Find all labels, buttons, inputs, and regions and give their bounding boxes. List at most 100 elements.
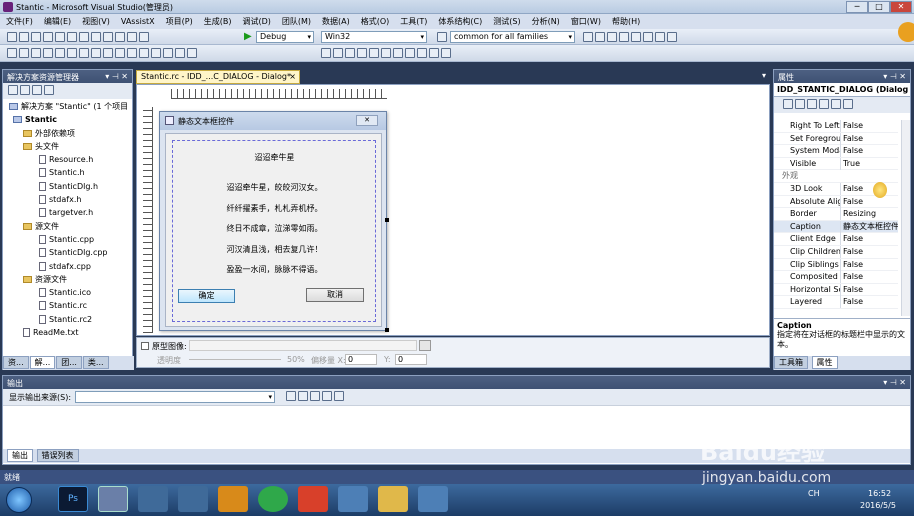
alphabetical-icon[interactable]	[795, 99, 805, 109]
properties-object-select[interactable]: IDD_STANTIC_DIALOG (Dialog	[774, 83, 910, 97]
va-back-icon[interactable]	[345, 48, 355, 58]
poem-line[interactable]: 迢迢牵牛星，皎皎河汉女。	[166, 182, 383, 193]
property-row[interactable]: Layered False	[774, 296, 898, 309]
menu-item[interactable]: 文件(F)	[0, 14, 38, 27]
menu-item[interactable]: 团队(M)	[276, 14, 316, 27]
tab-properties[interactable]: 属性	[811, 356, 838, 369]
start-button[interactable]	[6, 487, 32, 513]
copy-icon[interactable]	[79, 32, 89, 42]
poem-line[interactable]: 盈盈一水间，脉脉不得语。	[166, 264, 383, 275]
browse-button[interactable]	[419, 340, 431, 351]
property-row[interactable]: Caption 静态文本框控件	[774, 220, 898, 234]
property-pages-icon[interactable]	[843, 99, 853, 109]
start-debug-icon[interactable]: ▶	[244, 31, 252, 42]
tree-item[interactable]: 外部依赖项	[9, 127, 132, 140]
resize-handle-right[interactable]	[385, 218, 389, 222]
menu-item[interactable]: 帮助(H)	[606, 14, 645, 27]
menu-item[interactable]: VAssistX	[115, 15, 160, 26]
minimize-button[interactable]: ─	[846, 1, 868, 13]
navigate-back-icon[interactable]	[127, 32, 137, 42]
menu-item[interactable]: 测试(S)	[487, 14, 525, 27]
center-vertical-icon[interactable]	[67, 48, 77, 58]
toggle-grid-icon[interactable]	[151, 48, 161, 58]
prev-message-icon[interactable]	[298, 391, 308, 401]
tab-toolbox[interactable]: 工具箱	[774, 356, 808, 369]
refresh-icon[interactable]	[32, 85, 42, 95]
word-wrap-icon[interactable]	[334, 391, 344, 401]
tree-item[interactable]: stdafx.cpp	[9, 260, 132, 273]
overrides-icon[interactable]	[831, 99, 841, 109]
maximize-button[interactable]: □	[868, 1, 890, 13]
tab-error-list[interactable]: 错误列表	[36, 449, 79, 462]
same-width-icon[interactable]	[115, 48, 125, 58]
align-bottom-icon[interactable]	[55, 48, 65, 58]
menu-item[interactable]: 项目(P)	[160, 14, 198, 27]
dialog-close-icon[interactable]: ✕	[356, 115, 378, 126]
property-row[interactable]: Clip Siblings False	[774, 258, 898, 272]
align-left-icon[interactable]	[19, 48, 29, 58]
categorized-icon[interactable]	[783, 99, 793, 109]
ok-button[interactable]: 确定	[178, 289, 235, 303]
poem-heading[interactable]: 迢迢牵牛星	[166, 152, 383, 163]
va-comment-icon[interactable]	[393, 48, 403, 58]
fu-task[interactable]	[298, 486, 328, 512]
va-spell-icon[interactable]	[429, 48, 439, 58]
menu-item[interactable]: 窗口(W)	[565, 14, 606, 27]
va-header-icon[interactable]	[381, 48, 391, 58]
paint-task[interactable]	[338, 486, 368, 512]
properties-view-icon[interactable]	[807, 99, 817, 109]
property-row[interactable]: System ModalFalse	[774, 145, 898, 158]
pin-icon[interactable]: ▾ ⊣ ✕	[105, 72, 128, 81]
solution-tab[interactable]: 资...	[3, 356, 29, 369]
save-icon[interactable]	[43, 32, 53, 42]
open-icon[interactable]	[31, 32, 41, 42]
app-task[interactable]	[218, 486, 248, 512]
toolbox-icon[interactable]	[631, 32, 641, 42]
tree-item[interactable]: targetver.h	[9, 206, 132, 219]
same-height-icon[interactable]	[127, 48, 137, 58]
network-task[interactable]	[418, 486, 448, 512]
property-row[interactable]: Client Edge False	[774, 233, 898, 246]
menu-item[interactable]: 工具(T)	[394, 14, 432, 27]
transparency-slider[interactable]	[189, 359, 281, 360]
properties-icon[interactable]	[8, 85, 18, 95]
navigate-forward-icon[interactable]	[139, 32, 149, 42]
tree-item[interactable]: Stantic.rc2	[9, 313, 132, 326]
dialog-preview[interactable]: 静态文本框控件 ✕ 迢迢牵牛星 迢迢牵牛星，皎皎河汉女。 纤纤擢素手，札札弄机杼。…	[159, 111, 389, 332]
view-class-diagram-icon[interactable]	[44, 85, 54, 95]
extension-icon[interactable]	[655, 32, 665, 42]
tree-item[interactable]: ReadMe.txt	[9, 326, 132, 339]
property-row[interactable]: Visible True	[774, 157, 898, 171]
tree-item[interactable]: 资源文件	[9, 273, 132, 286]
menu-item[interactable]: 生成(B)	[198, 14, 237, 27]
cut-icon[interactable]	[67, 32, 77, 42]
space-across-icon[interactable]	[91, 48, 101, 58]
browser-task[interactable]	[258, 486, 288, 512]
property-row[interactable]: Composited False	[774, 271, 898, 284]
properties-icon[interactable]	[607, 32, 617, 42]
goto-location-icon[interactable]	[286, 391, 296, 401]
explorer-task[interactable]	[378, 486, 408, 512]
find-select[interactable]: common for all families	[450, 31, 575, 43]
paste-icon[interactable]	[91, 32, 101, 42]
property-row[interactable]: Horizontal ScrollFalse	[774, 283, 898, 297]
platform-select[interactable]: Win32	[321, 31, 427, 43]
va-open-file-icon[interactable]	[321, 48, 331, 58]
space-down-icon[interactable]	[103, 48, 113, 58]
save-all-icon[interactable]	[55, 32, 65, 42]
show-all-files-icon[interactable]	[20, 85, 30, 95]
toggle-guides-icon[interactable]	[163, 48, 173, 58]
property-scrollbar[interactable]	[901, 120, 910, 316]
tree-item[interactable]: stdafx.h	[9, 193, 132, 206]
options-icon[interactable]	[667, 32, 677, 42]
tree-item[interactable]: Stantic.cpp	[9, 233, 132, 246]
tree-item[interactable]: StanticDlg.h	[9, 180, 132, 193]
cloud-task[interactable]	[138, 486, 168, 512]
prototype-path-field[interactable]	[189, 340, 417, 351]
close-button[interactable]: ✕	[890, 1, 912, 13]
va-find-symbol-icon[interactable]	[333, 48, 343, 58]
offset-y-input[interactable]: 0	[395, 354, 427, 365]
tree-item[interactable]: StanticDlg.cpp	[9, 246, 132, 259]
tree-item[interactable]: 源文件	[9, 220, 132, 233]
resize-handle-bottom-right[interactable]	[385, 328, 389, 332]
